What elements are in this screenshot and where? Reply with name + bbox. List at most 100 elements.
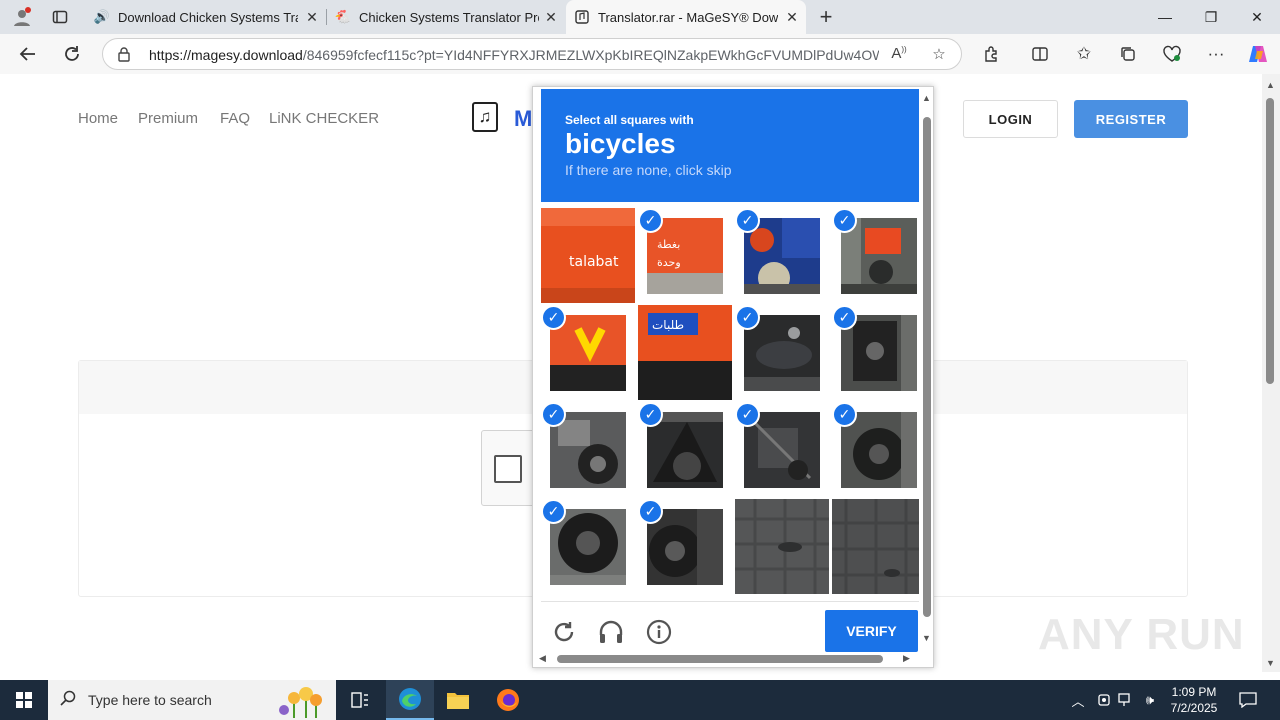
captcha-header: Select all squares with bicycles If ther…	[541, 89, 919, 202]
captcha-tile[interactable]: ✓	[832, 402, 926, 497]
notifications-icon[interactable]	[1236, 680, 1260, 720]
clock-date: 7/2/2025	[1170, 701, 1218, 715]
tab-download-chicken[interactable]: 🔊 Download Chicken Systems Trans ✕	[86, 0, 326, 34]
captcha-hscroll-thumb[interactable]	[557, 655, 883, 663]
show-hidden-icons[interactable]: ︿	[1068, 680, 1088, 720]
selected-check-icon: ✓	[735, 208, 760, 233]
captcha-tile[interactable]: ﺑﻐﻄﺔ ﻭﺣﺪﺓ ✓	[638, 208, 732, 303]
captcha-instruction: Select all squares with	[565, 113, 694, 127]
security-tray-icon[interactable]	[1094, 680, 1114, 720]
nav-premium-link[interactable]: Premium	[138, 110, 198, 127]
captcha-tile[interactable]: ✓	[541, 499, 635, 594]
scroll-up-icon[interactable]: ▲	[922, 93, 931, 103]
captcha-tile[interactable]: ✓	[638, 402, 732, 497]
split-screen-icon[interactable]	[1026, 40, 1054, 68]
captcha-horizontal-scrollbar[interactable]: ◀ ▶	[537, 653, 917, 665]
collections-icon[interactable]	[1114, 40, 1142, 68]
windows-icon	[16, 692, 32, 708]
captcha-tile[interactable]: ✓	[735, 208, 829, 303]
tab-chicken-translator[interactable]: 🐔 Chicken Systems Translator Pro v2 ✕	[327, 0, 565, 34]
start-button[interactable]	[0, 680, 48, 720]
minimize-icon[interactable]: —	[1142, 0, 1188, 34]
search-placeholder: Type here to search	[88, 692, 212, 708]
nav-link-checker-link[interactable]: LiNK CHECKER	[269, 110, 379, 127]
verify-button[interactable]: VERIFY	[825, 610, 918, 652]
selected-check-icon: ✓	[638, 499, 663, 524]
selected-check-icon: ✓	[541, 305, 566, 330]
reload-challenge-icon[interactable]	[549, 617, 579, 647]
browser-essentials-icon[interactable]	[1158, 40, 1186, 68]
svg-text:ﻭﺣﺪﺓ: ﻭﺣﺪﺓ	[657, 256, 681, 269]
tab-translator-rar[interactable]: Translator.rar - MaGeSY® Downlo ✕	[566, 0, 806, 34]
tab-title: Download Chicken Systems Trans	[118, 9, 298, 25]
favorite-star-icon[interactable]: ☆	[929, 45, 949, 65]
taskbar: Type here to search ︿ 🕪 1:09 PM 7/2/2025	[0, 680, 1280, 720]
lock-icon[interactable]	[117, 46, 131, 65]
restore-icon[interactable]: ❐	[1188, 0, 1234, 34]
read-aloud-icon[interactable]: A))	[889, 45, 909, 65]
scroll-up-icon[interactable]: ▲	[1266, 80, 1275, 90]
close-tab-icon[interactable]: ✕	[304, 9, 320, 25]
speaker-icon: 🔊	[93, 9, 111, 24]
back-icon[interactable]	[14, 40, 42, 68]
svg-text:ﺑﻐﻄﺔ: ﺑﻐﻄﺔ	[657, 238, 680, 251]
clock-time: 1:09 PM	[1171, 685, 1217, 699]
firefox-icon[interactable]	[484, 680, 532, 720]
page-scrollbar[interactable]: ▲ ▼	[1262, 74, 1280, 672]
audio-challenge-icon[interactable]	[596, 617, 626, 647]
search-icon	[60, 690, 76, 711]
volume-icon[interactable]: 🕪	[1140, 680, 1160, 720]
page-icon	[574, 9, 590, 25]
captcha-target: bicycles	[565, 128, 676, 159]
register-button[interactable]: REGISTER	[1074, 100, 1188, 138]
file-explorer-icon[interactable]	[434, 680, 482, 720]
captcha-tile[interactable]: ✓	[832, 305, 926, 400]
more-menu-icon[interactable]: ···	[1202, 40, 1230, 68]
edge-browser-icon[interactable]	[386, 680, 434, 720]
captcha-tile[interactable]: ✓	[638, 499, 732, 594]
site-logo-text[interactable]: M	[514, 106, 532, 132]
close-tab-icon[interactable]: ✕	[543, 9, 559, 25]
address-bar[interactable]: https://magesy.download/846959fcfecf115c…	[102, 38, 962, 70]
captcha-scroll-thumb[interactable]	[923, 117, 931, 617]
captcha-tile[interactable]: ✓	[541, 305, 635, 400]
profile-icon[interactable]	[8, 3, 36, 31]
copilot-icon[interactable]	[1244, 40, 1272, 68]
captcha-tile[interactable]	[832, 499, 926, 594]
scroll-down-icon[interactable]: ▼	[922, 633, 931, 643]
login-button[interactable]: LOGIN	[963, 100, 1058, 138]
network-icon[interactable]	[1116, 680, 1136, 720]
captcha-challenge: Select all squares with bicycles If ther…	[532, 86, 934, 668]
captcha-vertical-scrollbar[interactable]: ▲ ▼	[921, 89, 933, 649]
favorites-icon[interactable]: ✩	[1070, 40, 1098, 68]
scroll-down-icon[interactable]: ▼	[1266, 658, 1275, 668]
captcha-tile[interactable]: talabat	[541, 208, 635, 303]
captcha-tile[interactable]: ✓	[735, 305, 829, 400]
captcha-tile[interactable]	[735, 499, 829, 594]
scroll-left-icon[interactable]: ◀	[539, 653, 546, 664]
clock[interactable]: 1:09 PM 7/2/2025	[1162, 684, 1226, 716]
selected-check-icon: ✓	[541, 499, 566, 524]
nav-home-link[interactable]: Home	[78, 110, 118, 127]
recaptcha-checkbox[interactable]	[494, 455, 522, 483]
captcha-tile[interactable]: ﻃﻠﺒﺎﺕ	[638, 305, 732, 400]
captcha-tile[interactable]: ✓	[832, 208, 926, 303]
svg-text:ﻃﻠﺒﺎﺕ: ﻃﻠﺒﺎﺕ	[652, 318, 684, 332]
extensions-icon[interactable]	[978, 40, 1006, 68]
close-window-icon[interactable]: ✕	[1234, 0, 1280, 34]
url-text[interactable]: https://magesy.download/846959fcfecf115c…	[149, 47, 879, 63]
selected-check-icon: ✓	[832, 402, 857, 427]
tab-actions-icon[interactable]	[46, 3, 74, 31]
page-scroll-thumb[interactable]	[1266, 98, 1274, 384]
captcha-tile[interactable]: ✓	[541, 402, 635, 497]
task-view-icon[interactable]	[336, 680, 384, 720]
info-icon[interactable]	[644, 617, 674, 647]
captcha-tile[interactable]: ✓	[735, 402, 829, 497]
music-note-icon[interactable]: ♫	[472, 102, 498, 132]
taskbar-search[interactable]: Type here to search	[48, 680, 336, 720]
close-tab-icon[interactable]: ✕	[784, 9, 800, 25]
reload-icon[interactable]	[58, 40, 86, 68]
new-tab-icon[interactable]: +	[812, 3, 840, 31]
scroll-right-icon[interactable]: ▶	[903, 653, 910, 664]
nav-faq-link[interactable]: FAQ	[220, 110, 250, 127]
